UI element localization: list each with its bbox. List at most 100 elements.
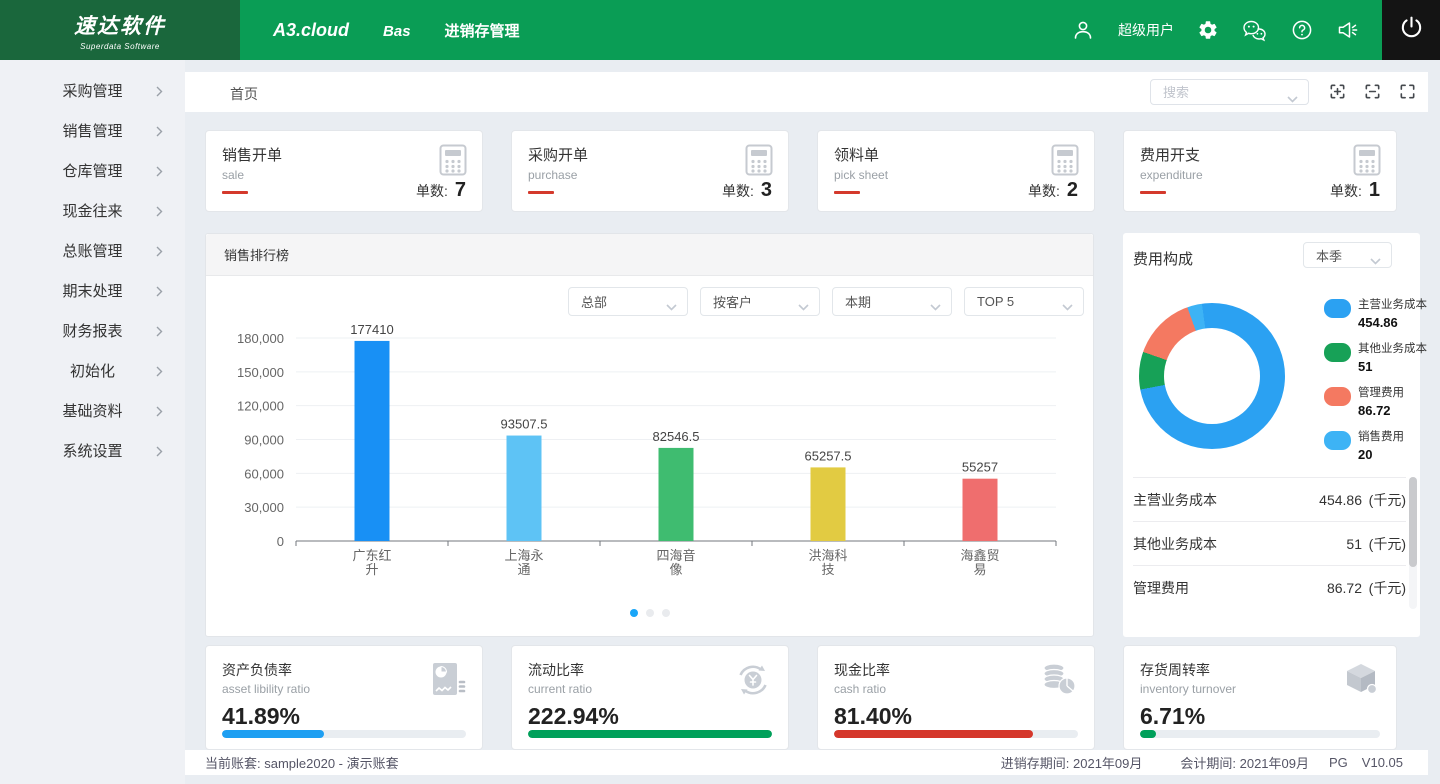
- progress-track: [222, 730, 466, 738]
- expense-unit: (千元): [1362, 490, 1406, 510]
- search-input[interactable]: [1151, 80, 1271, 104]
- scrollbar-track[interactable]: [1409, 477, 1417, 609]
- pagination-dot[interactable]: [630, 609, 638, 617]
- sidebar-item-general-ledger[interactable]: 总账管理: [0, 230, 185, 270]
- stat-card-pick-sheet[interactable]: 领料单 pick sheet 单数:2: [817, 130, 1095, 212]
- calculator-icon: [745, 144, 773, 181]
- count-value: 1: [1369, 179, 1380, 202]
- legend-label: 其他业务成本: [1358, 340, 1427, 356]
- count-value: 2: [1067, 179, 1078, 202]
- sidebar-item-label: 基础资料: [62, 400, 122, 421]
- expense-label: 管理费用: [1133, 578, 1327, 598]
- pagination-dot[interactable]: [646, 609, 654, 617]
- count-label: 单数:: [1028, 181, 1060, 201]
- legend-label: 主营业务成本: [1358, 296, 1427, 312]
- chevron-right-icon: [156, 364, 163, 381]
- user-icon[interactable]: [1071, 18, 1095, 42]
- accent-dash: [834, 191, 860, 194]
- sidebar-item-label: 财务报表: [62, 320, 122, 341]
- expense-period-select[interactable]: 本季: [1303, 242, 1392, 268]
- ratio-card-cash-ratio[interactable]: 现金比率 cash ratio 81.40%: [817, 645, 1095, 750]
- expense-value: 86.72: [1327, 580, 1362, 596]
- speaker-announce-icon[interactable]: [1336, 19, 1360, 41]
- bar-广东红升: [355, 341, 390, 541]
- sidebar-item-label: 现金往来: [62, 200, 122, 221]
- svg-text:30,000: 30,000: [244, 500, 284, 515]
- sidebar-item-financial-reports[interactable]: 财务报表: [0, 310, 185, 350]
- filter-value: 按客户: [713, 292, 752, 311]
- svg-text:180,000: 180,000: [237, 331, 284, 346]
- sidebar-item-purchase[interactable]: 采购管理: [0, 70, 185, 110]
- count-label: 单数:: [1330, 181, 1362, 201]
- ratio-value: 6.71%: [1140, 703, 1380, 730]
- sidebar-item-period-end[interactable]: 期末处理: [0, 270, 185, 310]
- current-account: 当前账套: sample2020 - 演示账套: [205, 753, 399, 772]
- sidebar-item-cash[interactable]: 现金往来: [0, 190, 185, 230]
- sidebar-item-system-settings[interactable]: 系统设置: [0, 430, 185, 470]
- svg-text:海鑫贸: 海鑫贸: [960, 548, 999, 563]
- filter-period[interactable]: 本期: [832, 287, 952, 316]
- status-bar: 当前账套: sample2020 - 演示账套 进销存期间: 2021年09月 …: [185, 750, 1428, 775]
- sidebar-item-initialization[interactable]: 初始化: [0, 350, 185, 390]
- sidebar-item-sales[interactable]: 销售管理: [0, 110, 185, 150]
- progress-track: [1140, 730, 1380, 738]
- accent-dash: [222, 191, 248, 194]
- ratio-value: 41.89%: [222, 703, 466, 730]
- chevron-right-icon: [156, 244, 163, 261]
- expense-unit: (千元): [1362, 534, 1406, 554]
- progress-track: [528, 730, 772, 738]
- sidebar-item-warehouse[interactable]: 仓库管理: [0, 150, 185, 190]
- zoom-in-icon[interactable]: [1328, 82, 1347, 106]
- nav-module[interactable]: 进销存管理: [445, 20, 520, 41]
- legend-swatch: [1324, 431, 1351, 450]
- calculator-icon: [439, 144, 467, 181]
- stat-card-expenditure[interactable]: 费用开支 expenditure 单数:1: [1123, 130, 1397, 212]
- search-select[interactable]: [1150, 79, 1309, 105]
- scrollbar-thumb[interactable]: [1409, 477, 1417, 567]
- filter-value: 本季: [1316, 246, 1342, 265]
- legend-value: 454.86: [1358, 315, 1427, 330]
- expense-list: 主营业务成本 454.86 (千元) 其他业务成本 51 (千元) 管理费用 8…: [1133, 477, 1406, 609]
- power-logout-button[interactable]: [1382, 0, 1440, 60]
- chevron-down-icon: [666, 299, 677, 314]
- stat-card-title: 销售开单: [222, 144, 466, 165]
- stat-card-sales-order[interactable]: 销售开单 sale 单数:7: [205, 130, 483, 212]
- sidebar-item-label: 总账管理: [62, 240, 122, 261]
- coins-pie-icon: [1037, 658, 1081, 707]
- nav-edition[interactable]: Bas: [383, 23, 411, 40]
- pagination-dot[interactable]: [662, 609, 670, 617]
- filter-top-n[interactable]: TOP 5: [964, 287, 1084, 316]
- settings-gear-icon[interactable]: [1197, 19, 1219, 41]
- svg-text:82546.5: 82546.5: [653, 429, 700, 444]
- stat-card-title: 采购开单: [528, 144, 772, 165]
- filter-by-customer[interactable]: 按客户: [700, 287, 820, 316]
- chat-wechat-icon[interactable]: [1242, 19, 1268, 42]
- ratio-card-current-ratio[interactable]: 流动比率 current ratio 222.94%: [511, 645, 789, 750]
- legend-item: 主营业务成本 454.86: [1324, 296, 1427, 330]
- svg-text:90,000: 90,000: [244, 433, 284, 448]
- chevron-right-icon: [156, 164, 163, 181]
- brand-title: 速达软件: [74, 10, 166, 40]
- svg-text:150,000: 150,000: [237, 365, 284, 380]
- ratio-card-inventory-turnover[interactable]: 存货周转率 inventory turnover 6.71%: [1123, 645, 1397, 750]
- fullscreen-icon[interactable]: [1398, 82, 1417, 106]
- zoom-out-icon[interactable]: [1363, 82, 1382, 106]
- donut-legend: 主营业务成本454.86 其他业务成本51 管理费用86.72 销售费用20: [1324, 296, 1427, 472]
- chevron-right-icon: [156, 324, 163, 341]
- panel-title: 销售排行榜: [206, 234, 1093, 276]
- help-icon[interactable]: [1291, 19, 1313, 41]
- legend-swatch: [1324, 343, 1351, 362]
- tab-home[interactable]: 首页: [230, 84, 258, 104]
- bar-上海永通: [507, 436, 542, 541]
- filter-organization[interactable]: 总部: [568, 287, 688, 316]
- ratio-card-asset-liability[interactable]: 资产负债率 asset libility ratio 41.89%: [205, 645, 483, 750]
- legend-swatch: [1324, 299, 1351, 318]
- current-username[interactable]: 超级用户: [1118, 20, 1174, 40]
- chevron-right-icon: [156, 404, 163, 421]
- stat-card-purchase-order[interactable]: 采购开单 purchase 单数:3: [511, 130, 789, 212]
- count-value: 7: [455, 179, 466, 202]
- sidebar-item-base-data[interactable]: 基础资料: [0, 390, 185, 430]
- nav-product[interactable]: A3.cloud: [273, 20, 349, 41]
- filter-value: 总部: [581, 292, 607, 311]
- expense-list-row: 其他业务成本 51 (千元): [1133, 521, 1406, 565]
